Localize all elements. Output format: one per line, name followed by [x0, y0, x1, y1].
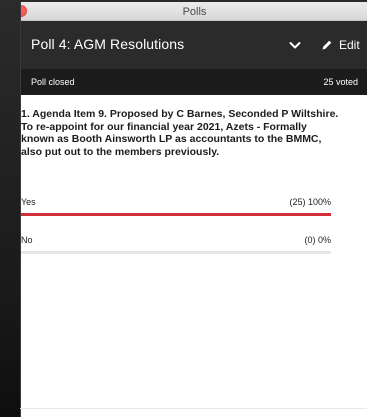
option-result: (0) 0% [304, 235, 331, 245]
option-label: Yes [21, 197, 36, 207]
pencil-icon [322, 40, 332, 50]
question-heading: 1. Agenda Item 9. Proposed by C Barnes, … [21, 108, 339, 120]
poll-selector-button[interactable] [287, 37, 303, 53]
option-bar-track [21, 213, 331, 216]
poll-title: Poll 4: AGM Resolutions [31, 36, 185, 52]
polls-window: Polls Poll 4: AGM Resolutions Edit Poll … [20, 2, 367, 417]
titlebar: Polls [21, 2, 367, 21]
question-detail: To re-appoint for our financial year 202… [21, 120, 322, 158]
window-title: Polls [182, 6, 207, 18]
option-label: No [21, 235, 33, 245]
edit-button[interactable]: Edit [321, 35, 360, 55]
poll-question: 1. Agenda Item 9. Proposed by C Barnes, … [21, 108, 341, 158]
chevron-down-icon [289, 42, 301, 49]
close-window-button[interactable] [21, 5, 27, 17]
window-bottom-divider [20, 408, 367, 409]
background-window-edge [0, 0, 20, 417]
poll-state: Poll closed [31, 77, 75, 87]
edit-label: Edit [339, 38, 360, 52]
option-result: (25) 100% [289, 197, 331, 207]
poll-status-bar: Poll closed 25 voted [21, 69, 367, 95]
option-bar-track [21, 251, 331, 254]
option-bar-fill [21, 213, 331, 216]
poll-header: Poll 4: AGM Resolutions Edit [21, 21, 367, 69]
vote-count: 25 voted [323, 77, 358, 87]
